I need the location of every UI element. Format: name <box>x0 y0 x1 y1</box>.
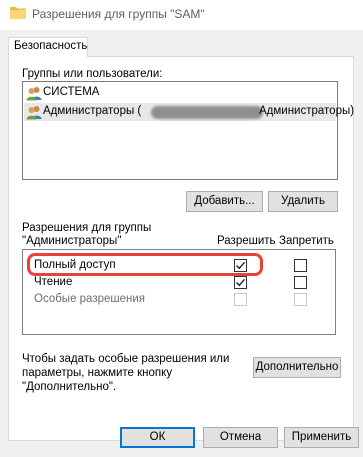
advanced-text-line3: "Дополнительно". <box>22 381 117 393</box>
groups-label: Группы или пользователи: <box>22 68 163 80</box>
list-item-suffix: Администраторы) <box>259 105 355 117</box>
full-access-highlight <box>27 253 263 276</box>
users-icon <box>26 87 42 101</box>
ok-button[interactable]: ОК <box>120 427 195 448</box>
list-item-label: Администраторы ( <box>43 105 142 117</box>
permissions-label-line1: Разрешения для группы <box>22 222 152 234</box>
allow-checkbox-read[interactable] <box>234 276 247 289</box>
permission-name: Особые разрешения <box>34 293 146 305</box>
permissions-label-line2: "Администраторы" <box>22 235 122 247</box>
advanced-text-line2: параметры, нажмите кнопку <box>22 367 173 379</box>
groups-listbox[interactable]: СИСТЕМА Администраторы ( Администраторы) <box>22 81 354 180</box>
title-bar[interactable]: Разрешения для группы "SAM" <box>0 0 363 30</box>
deny-checkbox-special <box>294 293 307 306</box>
dialog-body: Безопасность Группы или пользователи: СИ… <box>0 30 363 457</box>
list-item-system[interactable]: СИСТЕМА <box>24 84 336 102</box>
remove-button[interactable]: Удалить <box>268 191 338 212</box>
allow-checkbox-special <box>234 293 247 306</box>
redacted-text <box>151 106 263 119</box>
tab-security-label: Безопасность <box>14 40 88 52</box>
users-icon <box>26 106 42 120</box>
permission-name: Чтение <box>34 276 73 288</box>
deny-column-header: Запретить <box>279 235 334 247</box>
add-button[interactable]: Добавить... <box>186 191 263 212</box>
list-item-administrators[interactable]: Администраторы ( Администраторы) <box>24 103 354 121</box>
window-title: Разрешения для группы "SAM" <box>32 7 205 21</box>
advanced-text-line1: Чтобы задать особые разрешения или <box>22 353 230 365</box>
cancel-button[interactable]: Отмена <box>203 427 278 448</box>
advanced-info-text: Чтобы задать особые разрешения или парам… <box>22 352 252 394</box>
folder-icon <box>10 7 26 19</box>
list-item-label: СИСТЕМА <box>43 86 100 98</box>
tab-security[interactable]: Безопасность <box>8 37 88 57</box>
deny-checkbox-read[interactable] <box>294 276 307 289</box>
checkmark-icon <box>236 278 246 287</box>
allow-column-header: Разрешить <box>217 235 276 247</box>
apply-button[interactable]: Применить <box>284 427 359 448</box>
deny-checkbox-full-access[interactable] <box>294 259 307 272</box>
advanced-button[interactable]: Дополнительно <box>253 357 341 378</box>
